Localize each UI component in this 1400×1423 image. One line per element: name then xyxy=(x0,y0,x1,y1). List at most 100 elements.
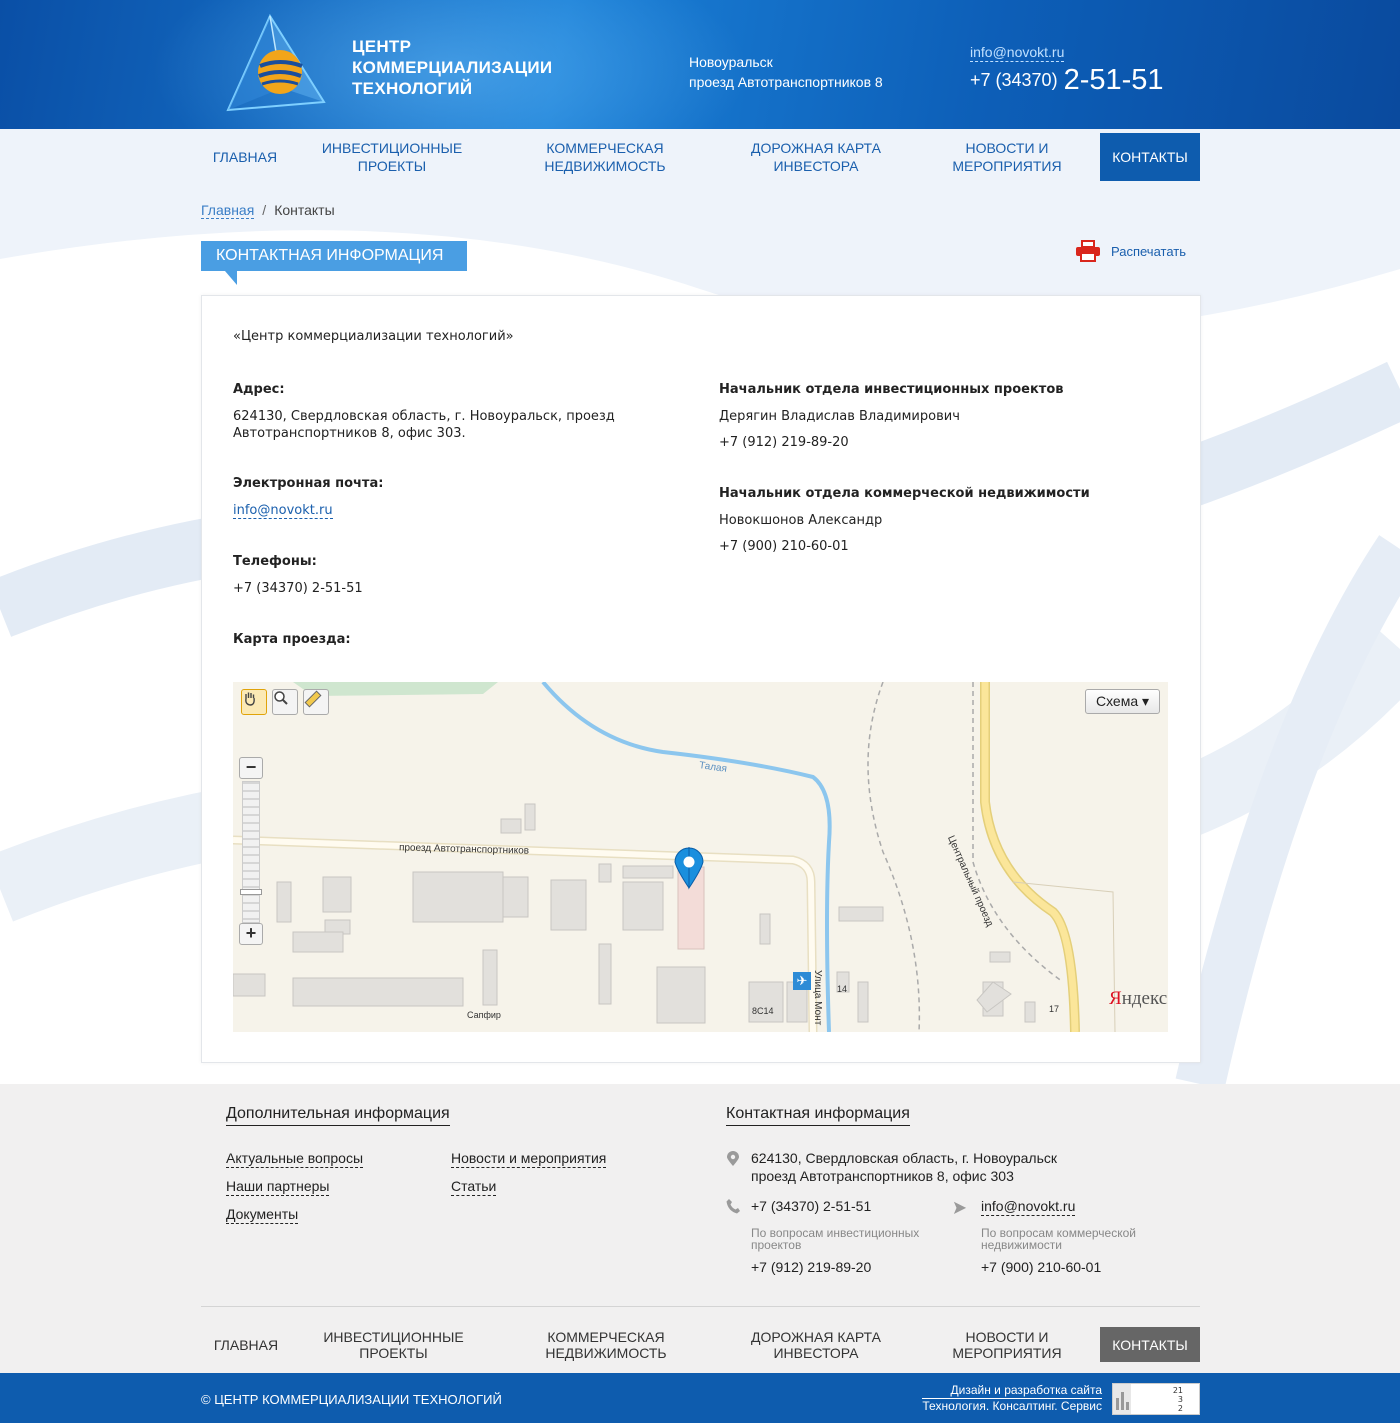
footer-divider xyxy=(201,1306,1200,1307)
phones-label: Телефоны: xyxy=(233,554,317,569)
address-block: Адрес: 624130, Свердловская область, г. … xyxy=(233,382,653,442)
footer-info-title: Дополнительная информация xyxy=(226,1105,450,1126)
ruler-icon[interactable] xyxy=(303,689,329,715)
header-email-link[interactable]: info@novokt.ru xyxy=(970,44,1065,62)
phone-value: +7 (34370) 2-51-51 xyxy=(233,581,363,596)
contacts-card: «Центр коммерциализации технологий» Адре… xyxy=(201,295,1201,1063)
map-label: Карта проезда: xyxy=(233,632,351,647)
zoom-slider[interactable] xyxy=(242,781,260,923)
zoom-slider-handle[interactable] xyxy=(240,889,262,895)
logo-line: ЦЕНТР xyxy=(352,37,412,56)
zoom-in-button[interactable]: + xyxy=(239,923,263,945)
email-link[interactable]: info@novokt.ru xyxy=(233,503,333,519)
breadcrumb-home[interactable]: Главная xyxy=(201,202,255,219)
footer-link-documents[interactable]: Документы xyxy=(226,1206,299,1224)
head-invest-title: Начальник отдела инвестиционных проектов xyxy=(719,382,1064,397)
map-type-select[interactable]: Схема ▾ xyxy=(1085,689,1160,714)
section-tab-tail xyxy=(225,271,237,285)
head-invest-phone: +7 (912) 219-89-20 xyxy=(719,435,849,450)
print-label: Распечатать xyxy=(1111,243,1187,259)
svg-text:✈: ✈ xyxy=(797,974,808,989)
nav-label: КОММЕРЧЕСКАЯ НЕДВИЖИМОСТЬ xyxy=(545,1328,667,1361)
nav-item-investor-roadmap[interactable]: ДОРОЖНАЯ КАРТА ИНВЕСТОРА xyxy=(715,133,917,181)
footer-phone: +7 (34370) 2-51-51 xyxy=(751,1198,872,1214)
phone-icon xyxy=(726,1199,740,1214)
nav-item-home[interactable]: ГЛАВНАЯ xyxy=(201,133,289,181)
map-label-building: 14 xyxy=(837,984,848,994)
phones-block: Телефоны: +7 (34370) 2-51-51 xyxy=(233,554,363,597)
map-label-mont-street: Улица Монт xyxy=(812,970,823,1026)
main-nav: ГЛАВНАЯ ИНВЕСТИЦИОННЫЕ ПРОЕКТЫ КОММЕРЧЕСК… xyxy=(201,133,1200,181)
nav-label: ДОРОЖНАЯ КАРТА ИНВЕСТОРА xyxy=(751,140,881,174)
zoom-out-button[interactable]: − xyxy=(239,757,263,779)
print-link[interactable]: Распечатать xyxy=(1075,240,1186,262)
map-block: Карта проезда: xyxy=(233,632,351,658)
copyright: © ЦЕНТР КОММЕРЦИАЛИЗАЦИИ ТЕХНОЛОГИЙ xyxy=(201,1392,502,1407)
head-invest-block: Начальник отдела инвестиционных проектов… xyxy=(719,382,1063,451)
footer-invest-phone: +7 (912) 219-89-20 xyxy=(751,1259,872,1275)
head-invest-name: Дерягин Владислав Владимирович xyxy=(719,409,960,424)
footer-email-link[interactable]: info@novokt.ru xyxy=(981,1198,1076,1216)
nav-item-commercial-realty[interactable]: КОММЕРЧЕСКАЯ НЕДВИЖИМОСТЬ xyxy=(495,133,715,181)
logo-line: ТЕХНОЛОГИЙ xyxy=(352,79,473,98)
counter-value: 3 xyxy=(1178,1395,1183,1404)
nav-label: ГЛАВНАЯ xyxy=(213,1336,279,1353)
phone-number: 2-51-51 xyxy=(1063,64,1164,96)
breadcrumb: Главная / Контакты xyxy=(201,202,335,219)
map-label-building: 8С14 xyxy=(752,1006,774,1016)
header-phone: +7 (34370) 2-51-51 xyxy=(970,64,1164,97)
breadcrumb-separator: / xyxy=(262,202,267,218)
footer-contact-title: Контактная информация xyxy=(726,1105,910,1126)
footer-nav-investor-roadmap[interactable]: ДОРОЖНАЯ КАРТА ИНВЕСТОРА xyxy=(716,1327,916,1362)
footer-invest-note: По вопросам инвестиционных проектов xyxy=(751,1226,920,1252)
counter-value: 21 xyxy=(1173,1386,1183,1395)
footer-address-line: проезд Автотранспортников 8, офис 303 xyxy=(751,1168,1014,1184)
footer-link-articles[interactable]: Статьи xyxy=(451,1178,497,1196)
printer-icon xyxy=(1076,240,1100,262)
nav-item-contacts[interactable]: КОНТАКТЫ xyxy=(1100,133,1200,181)
nav-item-news[interactable]: НОВОСТИ И МЕРОПРИЯТИЯ xyxy=(917,133,1097,181)
footer-realty-note: По вопросам коммерческой недвижимости xyxy=(981,1226,1136,1252)
footer-link-partners[interactable]: Наши партнеры xyxy=(226,1178,330,1196)
footer-address-line: 624130, Свердловская область, г. Новоура… xyxy=(751,1150,1057,1166)
footer-nav-investment-projects[interactable]: ИНВЕСТИЦИОННЫЕ ПРОЕКТЫ xyxy=(291,1327,496,1362)
nav-label: ИНВЕСТИЦИОННЫЕ ПРОЕКТЫ xyxy=(321,140,463,174)
footer-nav-news[interactable]: НОВОСТИ И МЕРОПРИЯТИЯ xyxy=(916,1327,1098,1362)
head-realty-name: Новокшонов Александр xyxy=(719,513,883,528)
head-realty-title: Начальник отдела коммерческой недвижимос… xyxy=(719,486,1090,501)
magnifier-icon[interactable] xyxy=(272,689,298,715)
site-footer: Дополнительная информация Актуальные воп… xyxy=(0,1084,1400,1373)
footer-nav: ГЛАВНАЯ ИНВЕСТИЦИОННЫЕ ПРОЕКТЫ КОММЕРЧЕСК… xyxy=(201,1327,1200,1362)
footer-link-news[interactable]: Новости и мероприятия xyxy=(451,1150,607,1168)
counter-chart-icon: 21 3 2 xyxy=(1113,1384,1183,1414)
nav-label: КОНТАКТЫ xyxy=(1112,1336,1188,1353)
route-map[interactable]: ✈ − + Схема ▾ проезд Автотранспортников … xyxy=(233,682,1168,1032)
address-line: Автотранспортников 8, офис 303. xyxy=(233,426,466,441)
footer-realty-phone: +7 (900) 210-60-01 xyxy=(981,1259,1102,1275)
visit-counter[interactable]: 21 3 2 xyxy=(1112,1383,1200,1415)
footer-link-faq[interactable]: Актуальные вопросы xyxy=(226,1150,364,1168)
site-header: ЦЕНТР КОММЕРЦИАЛИЗАЦИИ ТЕХНОЛОГИЙ Новоур… xyxy=(0,0,1400,129)
yandex-logo[interactable]: Яндекс xyxy=(1109,988,1167,1010)
email-block: Электронная почта: info@novokt.ru xyxy=(233,476,383,519)
logo-text[interactable]: ЦЕНТР КОММЕРЦИАЛИЗАЦИИ ТЕХНОЛОГИЙ xyxy=(352,36,552,99)
developer-link[interactable]: Дизайн и разработка сайта Технология. Ко… xyxy=(922,1383,1102,1414)
footer-nav-home[interactable]: ГЛАВНАЯ xyxy=(201,1327,291,1362)
nav-label: ГЛАВНАЯ xyxy=(212,149,278,165)
address-line: 624130, Свердловская область, г. Новоура… xyxy=(233,409,615,424)
counter-value: 2 xyxy=(1178,1404,1183,1413)
send-icon xyxy=(953,1201,967,1214)
header-city: Новоуральск xyxy=(689,54,773,70)
hand-icon[interactable] xyxy=(241,689,267,715)
logo-icon[interactable] xyxy=(220,14,330,118)
map-canvas[interactable]: ✈ xyxy=(233,682,1168,1032)
nav-label: ДОРОЖНАЯ КАРТА ИНВЕСТОРА xyxy=(751,1328,881,1361)
footer-address: 624130, Свердловская область, г. Новоура… xyxy=(751,1149,1057,1185)
nav-item-investment-projects[interactable]: ИНВЕСТИЦИОННЫЕ ПРОЕКТЫ xyxy=(289,133,495,181)
organization-name: «Центр коммерциализации технологий» xyxy=(233,329,514,344)
address-label: Адрес: xyxy=(233,382,285,397)
section-title: КОНТАКТНАЯ ИНФОРМАЦИЯ xyxy=(201,241,467,285)
zoom-control: − + xyxy=(239,757,263,947)
footer-nav-contacts[interactable]: КОНТАКТЫ xyxy=(1100,1327,1200,1362)
footer-nav-commercial-realty[interactable]: КОММЕРЧЕСКАЯ НЕДВИЖИМОСТЬ xyxy=(496,1327,716,1362)
